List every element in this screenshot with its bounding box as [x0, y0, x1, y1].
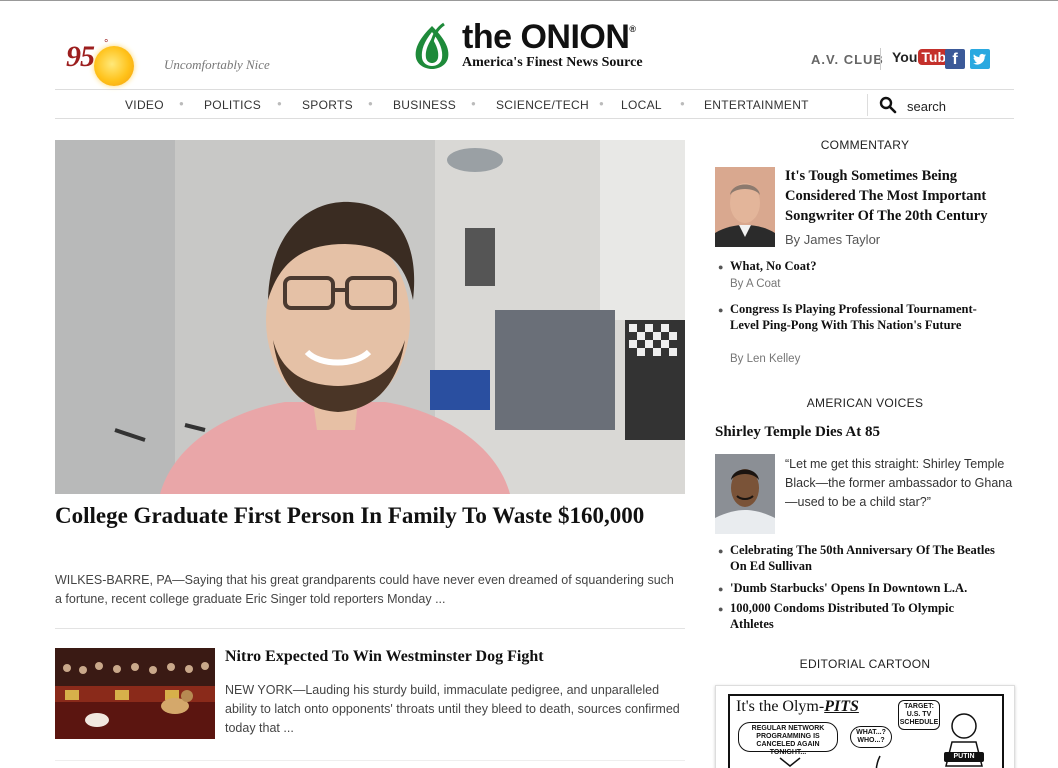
nav-business[interactable]: BUSINESS	[393, 98, 456, 112]
temperature: 95	[66, 40, 95, 73]
nav-dot: ●	[599, 99, 604, 108]
nav-video[interactable]: VIDEO	[125, 98, 164, 112]
youtube-you: You	[892, 49, 918, 65]
commentary-item-title[interactable]: What, No Coat?	[730, 258, 1000, 274]
nav-divider	[867, 94, 868, 116]
weather-widget[interactable]: 95 °	[64, 38, 144, 88]
nav-dot: ●	[680, 99, 685, 108]
bullet-icon: ●	[718, 305, 724, 315]
weather-description: Uncomfortably Nice	[164, 57, 270, 72]
header-divider	[880, 48, 881, 70]
twitter-bird-icon	[973, 53, 986, 65]
nav-science-tech[interactable]: SCIENCE/TECH	[496, 98, 589, 112]
main-story-title[interactable]: College Graduate First Person In Family …	[55, 502, 655, 530]
commentary-item-byline: By A Coat	[730, 278, 781, 290]
nav-dot: ●	[179, 99, 184, 108]
american-voices-quote: “Let me get this straight: Shirley Templ…	[785, 457, 1013, 509]
editorial-cartoon[interactable]: It's the Olym-PITS REGULAR NETWORK PROGR…	[715, 685, 1015, 768]
cartoon-title: It's the Olym-PITS	[736, 698, 859, 716]
commentary-author-photo[interactable]	[715, 167, 775, 247]
commentary-item-title[interactable]: Congress Is Playing Professional Tournam…	[730, 301, 1000, 333]
cartoon-title-pits: PITS	[824, 698, 859, 715]
main-story-excerpt: WILKES-BARRE, PA—Saying that his great g…	[55, 573, 674, 606]
search-icon[interactable]	[879, 96, 897, 114]
nav-dot: ●	[277, 99, 282, 108]
main-nav: VIDEO ● POLITICS ● SPORTS ● BUSINESS ● S…	[55, 89, 1014, 119]
story-divider	[55, 760, 685, 761]
registered-mark: ®	[629, 24, 636, 34]
cartoon-title-text: It's the Olym-	[736, 698, 825, 715]
logo-tagline: America's Finest News Source	[462, 55, 643, 70]
logo-word-the: the	[462, 18, 512, 56]
american-voices-photo[interactable]	[715, 454, 775, 534]
american-voices-item[interactable]: 'Dumb Starbucks' Opens In Downtown L.A.	[730, 580, 1000, 596]
voice-person-photo	[715, 454, 775, 534]
nav-dot: ●	[368, 99, 373, 108]
second-story-title[interactable]: Nitro Expected To Win Westminster Dog Fi…	[225, 648, 544, 666]
facebook-icon[interactable]: f	[945, 49, 965, 69]
commentary-heading: COMMENTARY	[820, 138, 910, 152]
avclub-link[interactable]: A.V. CLUB	[811, 52, 884, 67]
nav-local[interactable]: LOCAL	[621, 98, 662, 112]
twitter-icon[interactable]	[970, 49, 990, 69]
cartoon-frame: It's the Olym-PITS REGULAR NETWORK PROGR…	[728, 694, 1004, 768]
commentary-byline: By James Taylor	[785, 232, 881, 247]
second-story-image[interactable]	[55, 648, 215, 739]
story-divider	[55, 628, 685, 629]
site-logo[interactable]: the ONION® America's Finest News Source	[410, 18, 670, 74]
logo-wordmark: the ONION®	[462, 18, 636, 57]
american-voices-item[interactable]: Celebrating The 50th Anniversary Of The …	[730, 542, 1000, 574]
nav-entertainment[interactable]: ENTERTAINMENT	[704, 98, 809, 112]
cartoon-sign: TARGET: U.S. TV SCHEDULE	[898, 700, 940, 730]
commentary-item-byline: By Len Kelley	[730, 353, 801, 365]
search-label[interactable]: search	[907, 99, 946, 114]
top-rule	[0, 0, 1058, 1]
bullet-icon: ●	[718, 262, 724, 272]
american-voices-heading: AMERICAN VOICES	[806, 396, 924, 410]
hero-photo	[55, 140, 685, 494]
american-voices-item[interactable]: 100,000 Condoms Distributed To Olympic A…	[730, 600, 1000, 632]
onion-icon	[415, 22, 449, 69]
nav-politics[interactable]: POLITICS	[204, 98, 261, 112]
sun-icon	[94, 46, 134, 86]
editorial-cartoon-heading: EDITORIAL CARTOON	[799, 657, 931, 671]
dog-show-photo	[55, 648, 215, 739]
degree-symbol: °	[104, 38, 109, 50]
nav-sports[interactable]: SPORTS	[302, 98, 353, 112]
cartoon-speech-bubble: REGULAR NETWORK PROGRAMMING IS CANCELED …	[738, 722, 838, 756]
nav-dot: ●	[471, 99, 476, 108]
james-taylor-photo	[715, 167, 775, 247]
bullet-icon: ●	[718, 604, 724, 614]
cartoon-label: PUTIN	[944, 752, 984, 762]
main-story-image[interactable]	[55, 140, 685, 494]
second-story-excerpt: NEW YORK—Lauding his sturdy build, immac…	[225, 683, 680, 735]
american-voices-headline[interactable]: Shirley Temple Dies At 85	[715, 424, 880, 441]
cartoon-speech-bubble: WHAT...? WHO...?	[850, 726, 892, 748]
bullet-icon: ●	[718, 584, 724, 594]
logo-word-onion: ONION	[520, 18, 630, 56]
commentary-title[interactable]: It's Tough Sometimes Being Considered Th…	[785, 166, 1015, 226]
bullet-icon: ●	[718, 546, 724, 556]
